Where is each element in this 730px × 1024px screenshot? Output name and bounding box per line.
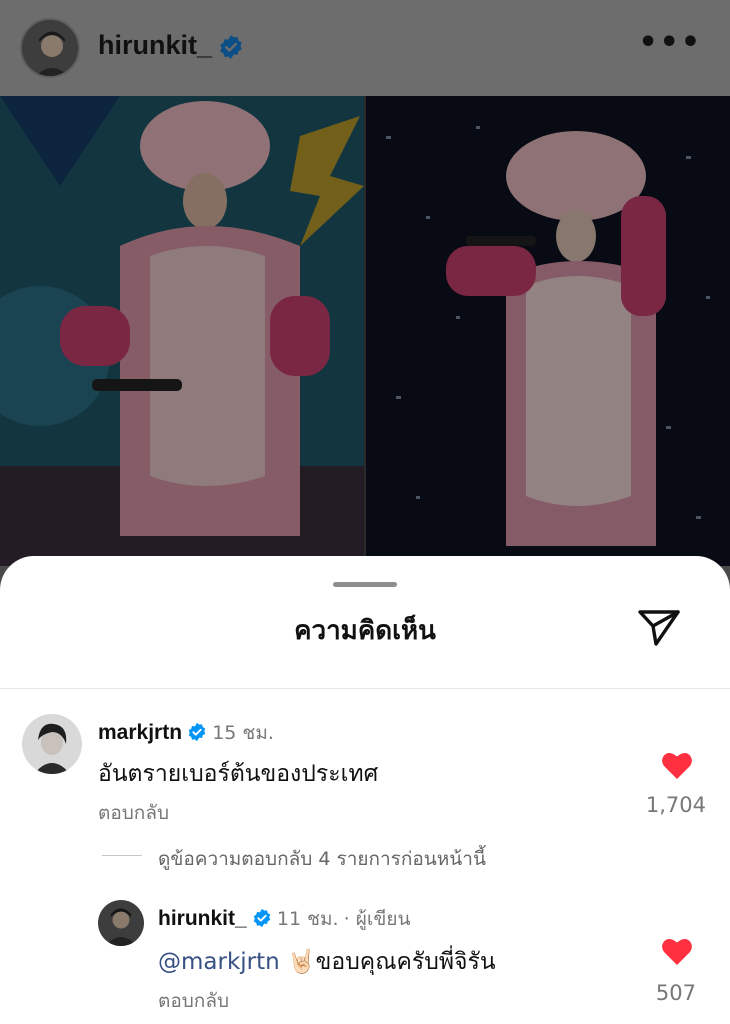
view-previous-replies-button[interactable]: ดูข้อความตอบกลับ 4 รายการก่อนหน้านี้ xyxy=(158,844,486,874)
heart-filled-icon[interactable] xyxy=(661,936,693,966)
verified-badge-icon xyxy=(253,908,271,928)
post-author-username[interactable]: hirunkit_ xyxy=(98,30,212,61)
comment-time: 11 ชม. xyxy=(276,908,339,930)
author-tag: · ผู้เขียน xyxy=(343,908,411,930)
reply-button[interactable]: ตอบกลับ xyxy=(158,986,229,1016)
post-header: hirunkit_ ••• xyxy=(0,0,730,96)
view-replies-line xyxy=(102,855,142,856)
more-horizontal-icon[interactable]: ••• xyxy=(638,28,702,58)
reply-button[interactable]: ตอบกลับ xyxy=(98,798,169,828)
post-author-avatar[interactable] xyxy=(20,18,80,78)
post-photo-left xyxy=(0,96,364,566)
sheet-divider xyxy=(0,688,730,689)
comment-username[interactable]: markjrtn xyxy=(98,721,182,744)
verified-badge-icon xyxy=(188,722,206,742)
heart-filled-icon[interactable] xyxy=(661,750,693,780)
post-photo-right xyxy=(366,96,730,566)
commenter-avatar[interactable] xyxy=(22,714,82,774)
verified-badge-icon xyxy=(220,35,242,59)
comment-time: 15 ชม. xyxy=(212,722,274,744)
comment-text: อันตรายเบอร์ต้นของประเทศ xyxy=(98,761,379,787)
comment-username[interactable]: hirunkit_ xyxy=(158,907,247,930)
comments-sheet: ความคิดเห็น markjrtn 15 ชม. อันตรายเบอร์… xyxy=(0,556,730,1024)
rock-hand-emoji: 🤘🏻 xyxy=(287,949,316,975)
mention-link[interactable]: @markjrtn xyxy=(158,949,280,975)
commenter-avatar[interactable] xyxy=(98,900,144,946)
like-count: 507 xyxy=(655,981,696,1005)
sheet-title: ความคิดเห็น xyxy=(294,616,436,646)
send-icon[interactable] xyxy=(636,608,682,648)
like-count: 1,704 xyxy=(645,793,706,817)
sheet-grabber[interactable] xyxy=(333,582,397,587)
comment-text: ขอบคุณครับพี่จิรัน xyxy=(315,949,496,975)
